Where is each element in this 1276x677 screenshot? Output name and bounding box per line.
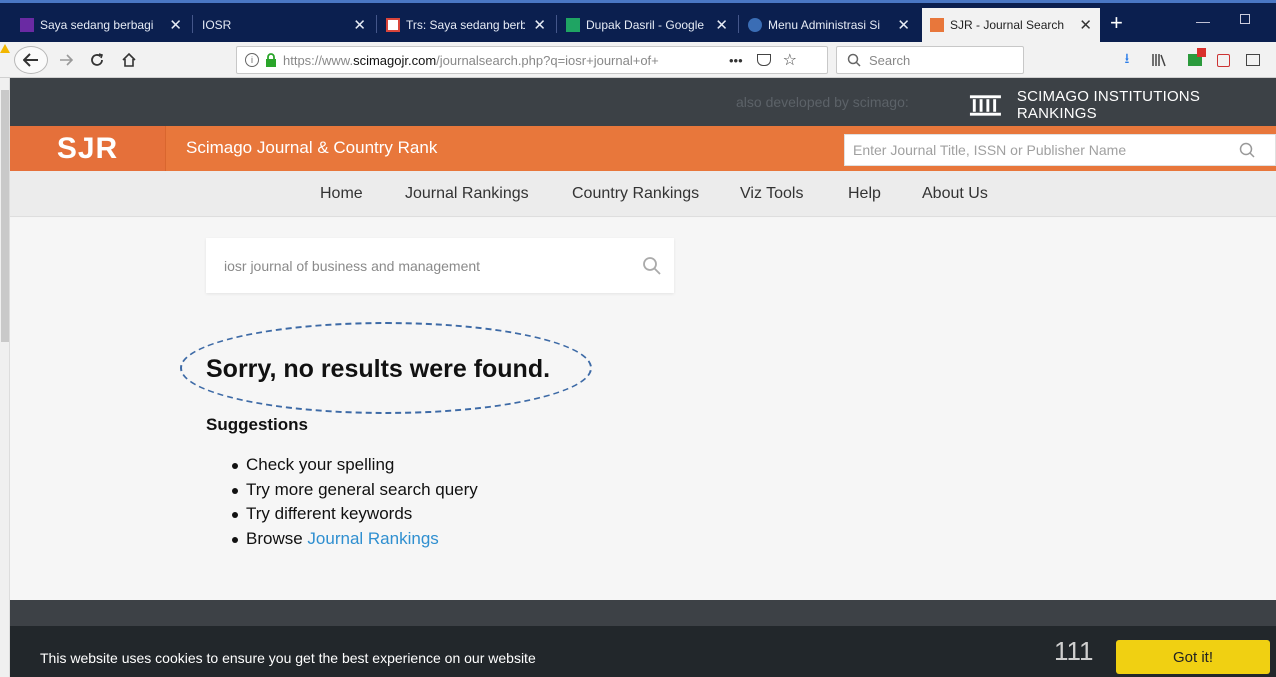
home-button[interactable]	[118, 47, 140, 73]
sidebar-icon[interactable]	[1244, 51, 1262, 69]
tab-separator	[556, 15, 557, 33]
google-sheets-icon	[566, 17, 580, 32]
suggestion-item: Try more general search query	[232, 480, 478, 505]
tab-gmail[interactable]: Trs: Saya sedang berb ✕	[378, 7, 554, 42]
gmail-icon	[386, 17, 400, 32]
also-developed-text: also developed by scimago:	[736, 94, 909, 110]
suggestions-heading: Suggestions	[206, 415, 309, 434]
new-tab-button[interactable]: +	[1110, 11, 1123, 35]
nav-country-rankings[interactable]: Country Rankings	[572, 185, 699, 203]
scrollbar[interactable]	[0, 78, 10, 677]
info-icon[interactable]: i	[245, 53, 259, 67]
tab-iosr[interactable]: IOSR ✕	[194, 7, 374, 42]
nav-help[interactable]: Help	[848, 185, 881, 203]
sjr-logo[interactable]: SJR	[10, 126, 166, 171]
tab-google-sheets[interactable]: Dupak Dasril - Google ✕	[558, 7, 736, 42]
url-text: https://www.scimagojr.com/journalsearch.…	[283, 53, 703, 68]
sir-link[interactable]: SCIMAGO INSTITUTIONS RANKINGS	[968, 88, 1276, 122]
cookie-message: This website uses cookies to ensure you …	[40, 650, 536, 666]
journal-rankings-link[interactable]: Journal Rankings	[307, 529, 438, 548]
page-actions-button[interactable]: •••	[729, 53, 743, 68]
tab-title: SJR - Journal Search	[950, 18, 1065, 32]
page-viewport: also developed by scimago: SCIMAGO INSTI…	[10, 78, 1276, 677]
tab-sjr-journal-search[interactable]: SJR - Journal Search ✕	[922, 8, 1100, 42]
header-search-input[interactable]	[853, 142, 1233, 158]
back-arrow-icon	[23, 53, 38, 67]
browser-navigation-toolbar: i https://www.scimagojr.com/journalsearc…	[0, 42, 1276, 78]
close-icon[interactable]: ✕	[169, 16, 182, 34]
search-placeholder: Search	[869, 52, 911, 68]
tab-saya-sedang-berbagi[interactable]: Saya sedang berbagi ✕	[12, 7, 190, 42]
close-icon[interactable]: ✕	[897, 16, 910, 34]
scroll-thumb[interactable]	[1, 90, 9, 342]
sir-label: SCIMAGO INSTITUTIONS RANKINGS	[1016, 88, 1201, 122]
journal-search-box[interactable]	[206, 238, 674, 293]
site-title[interactable]: Scimago Journal & Country Rank	[186, 138, 437, 158]
cookie-consent-bar: This website uses cookies to ensure you …	[10, 626, 1276, 677]
tab-separator	[192, 15, 193, 33]
tab-title: IOSR	[202, 17, 232, 32]
tab-title: Dupak Dasril - Google	[586, 17, 705, 32]
pocket-toolbar-icon[interactable]	[1214, 51, 1232, 69]
forward-arrow-icon	[60, 54, 73, 66]
yahoo-mail-icon	[20, 17, 34, 32]
downloads-icon[interactable]: ⭳	[1118, 50, 1136, 69]
nav-about-us[interactable]: About Us	[922, 185, 988, 203]
institution-building-icon	[969, 95, 1001, 116]
warning-icon	[0, 44, 10, 53]
tab-separator	[376, 15, 377, 33]
forward-button[interactable]	[56, 47, 76, 73]
site-header: SJR Scimago Journal & Country Rank	[10, 126, 1276, 171]
suggestion-item: Check your spelling	[232, 455, 478, 480]
page-number: 111	[1054, 636, 1094, 666]
search-icon	[847, 53, 861, 67]
library-icon[interactable]	[1150, 51, 1168, 69]
extension-icon[interactable]	[1186, 48, 1206, 69]
tab-title: Menu Administrasi Si	[768, 17, 881, 32]
header-search-box[interactable]	[844, 134, 1276, 166]
minimize-button[interactable]: —	[1196, 13, 1210, 29]
browse-prefix: Browse	[246, 528, 303, 548]
home-icon	[122, 52, 136, 67]
search-icon[interactable]	[1239, 142, 1255, 158]
browser-search-box[interactable]: Search	[836, 46, 1024, 74]
nav-home[interactable]: Home	[320, 185, 363, 203]
close-icon[interactable]: ✕	[353, 16, 366, 34]
bookmark-star-icon[interactable]: ☆	[783, 50, 797, 70]
no-results-heading: Sorry, no results were found.	[206, 355, 551, 383]
journal-search-input[interactable]	[224, 257, 614, 274]
suggestion-item: Try different keywords	[232, 504, 478, 529]
tab-title: Saya sedang berbagi	[40, 17, 154, 32]
lock-icon	[266, 53, 276, 67]
developer-strip: also developed by scimago: SCIMAGO INSTI…	[10, 78, 1276, 126]
close-icon[interactable]: ✕	[715, 16, 728, 34]
suggestions-list: Check your spelling Try more general sea…	[232, 455, 478, 553]
suggestion-item-browse: Browse Journal Rankings	[232, 529, 478, 554]
search-icon[interactable]	[642, 256, 662, 276]
nav-viz-tools[interactable]: Viz Tools	[740, 185, 803, 203]
url-domain: scimagojr.com	[353, 52, 437, 68]
main-content: Sorry, no results were found. Suggestion…	[10, 218, 1276, 600]
restore-window-button[interactable]	[1240, 14, 1250, 24]
tab-title: Trs: Saya sedang berb	[406, 17, 526, 32]
reload-icon	[91, 53, 104, 66]
tab-separator	[738, 15, 739, 33]
main-navigation: Home Journal Rankings Country Rankings V…	[10, 171, 1276, 217]
reload-button[interactable]	[86, 47, 108, 73]
close-icon[interactable]: ✕	[533, 16, 546, 34]
close-icon[interactable]: ✕	[1079, 16, 1092, 34]
address-bar[interactable]: i https://www.scimagojr.com/journalsearc…	[236, 46, 828, 74]
nav-journal-rankings[interactable]: Journal Rankings	[405, 185, 529, 203]
site-icon	[748, 17, 762, 32]
sjr-icon	[930, 18, 944, 32]
url-prefix: https://www.	[283, 52, 354, 68]
got-it-button[interactable]: Got it!	[1116, 640, 1270, 674]
pocket-icon[interactable]	[756, 54, 771, 66]
back-button[interactable]	[14, 46, 48, 74]
tab-menu-administrasi[interactable]: Menu Administrasi Si ✕	[740, 7, 918, 42]
browser-tab-strip: Saya sedang berbagi ✕ IOSR ✕ Trs: Saya s…	[0, 0, 1276, 42]
url-path: /journalsearch.php?q=iosr+journal+of+	[436, 52, 659, 68]
